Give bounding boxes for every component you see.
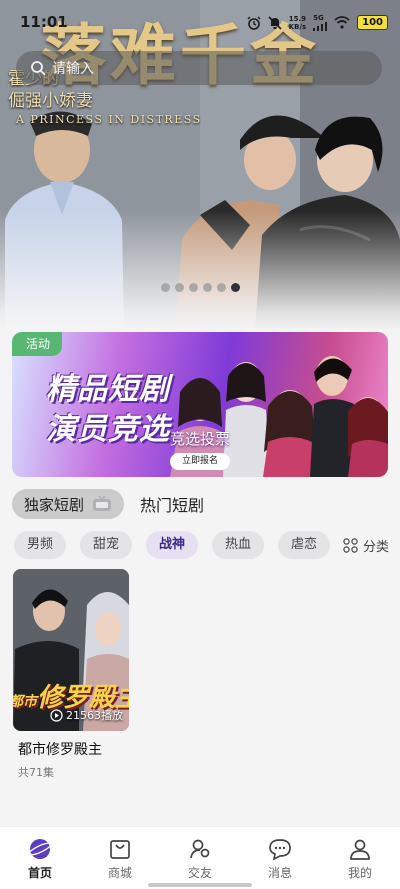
home-indicator xyxy=(148,883,252,887)
nav-home[interactable]: 首页 xyxy=(0,827,80,889)
drama-episodes: 共71集 xyxy=(18,766,54,779)
status-bar: 11:01 15.9 KB/s 5G 100 xyxy=(0,0,400,46)
banner-headline-1: 精品短剧 xyxy=(46,372,170,407)
network-speed-unit: KB/s xyxy=(288,22,307,31)
battery-indicator: 100 xyxy=(357,15,388,30)
hero-subtitle-line2: 倔强小娇妻 xyxy=(8,91,93,111)
carousel-indicator xyxy=(161,283,240,292)
signup-button[interactable]: 立即报名 xyxy=(170,453,230,470)
banner-headline-2: 演员竞选 xyxy=(46,412,170,447)
nav-home-label: 首页 xyxy=(27,866,52,880)
category-chip[interactable]: 甜宠 xyxy=(80,531,132,559)
category-chip[interactable]: 男频 xyxy=(14,531,66,559)
cellular-signal: 5G xyxy=(313,14,328,31)
drama-cover-side-text: 都市 xyxy=(13,694,37,710)
alarm-icon xyxy=(247,16,261,30)
hero-english-title: A PRINCESS IN DISTRESS xyxy=(16,113,202,126)
play-count: 21563播放 xyxy=(50,707,123,723)
search-placeholder: 请输入 xyxy=(52,61,94,77)
shopping-bag-icon xyxy=(110,840,130,859)
drama-title[interactable]: 都市修罗殿主 xyxy=(13,739,129,759)
carousel-dot[interactable] xyxy=(203,283,212,292)
status-icons: 15.9 KB/s 5G 100 xyxy=(247,14,388,31)
wifi-icon xyxy=(334,16,350,29)
nav-messages[interactable]: 消息 xyxy=(240,827,320,889)
nav-messages-label: 消息 xyxy=(267,866,292,880)
signal-bars-icon xyxy=(313,22,328,31)
nav-profile-label: 我的 xyxy=(347,866,372,880)
tab-exclusive[interactable]: 独家短剧 xyxy=(12,489,125,519)
category-menu-button[interactable]: 分类 xyxy=(335,528,400,562)
network-speed-value: 15.9 xyxy=(288,14,307,23)
category-chip[interactable]: 热血 xyxy=(212,531,264,559)
tv-icon xyxy=(93,496,112,511)
home-planet-icon xyxy=(28,839,52,859)
nav-profile[interactable]: 我的 xyxy=(320,827,400,889)
drama-card[interactable]: 都市修罗殿主 21563播放 都市修罗殿主 共71集 xyxy=(13,569,129,780)
carousel-dot-active[interactable] xyxy=(231,283,240,292)
play-icon xyxy=(50,708,63,722)
category-chip[interactable]: 虐恋 xyxy=(278,531,330,559)
carousel-dot[interactable] xyxy=(217,283,226,292)
friends-icon xyxy=(190,839,210,859)
nav-shop-label: 商城 xyxy=(107,866,132,880)
category-menu-label: 分类 xyxy=(363,539,390,555)
carousel-dot[interactable] xyxy=(161,283,170,292)
nav-friends[interactable]: 交友 xyxy=(160,827,240,889)
signal-type: 5G xyxy=(313,14,324,22)
banner-tag: 活动 xyxy=(12,332,63,356)
hero-carousel[interactable]: 落难千金 霍少的 倔强小娇妻 A PRINCESS IN DISTRESS xyxy=(0,0,400,330)
carousel-dot[interactable] xyxy=(175,283,184,292)
carousel-dot[interactable] xyxy=(189,283,198,292)
search-icon xyxy=(31,61,46,76)
bottom-navigation: 首页 商城 交友 消息 我的 xyxy=(0,826,400,889)
nav-friends-label: 交友 xyxy=(187,866,212,880)
person-icon xyxy=(350,839,370,860)
tab-exclusive-label: 独家短剧 xyxy=(24,495,85,514)
chat-bubble-icon xyxy=(269,839,291,861)
mute-bell-icon xyxy=(268,15,282,30)
drama-cover[interactable]: 都市修罗殿主 21563播放 xyxy=(13,569,129,731)
nav-shop[interactable]: 商城 xyxy=(80,827,160,889)
status-time: 11:01 xyxy=(20,13,68,31)
promo-banner[interactable]: 活动 精品短剧 演员竞选 竞选投票 立即报名 xyxy=(12,332,388,477)
category-chip-active[interactable]: 战神 xyxy=(146,531,198,559)
grid-icon xyxy=(343,537,358,553)
banner-vote-text: 竞选投票 xyxy=(170,430,231,448)
tab-hot[interactable]: 热门短剧 xyxy=(140,492,204,516)
hero-fade xyxy=(0,210,400,330)
network-speed: 15.9 KB/s xyxy=(289,15,306,31)
play-count-text: 21563播放 xyxy=(66,709,123,722)
content-tabs: 独家短剧 热门短剧 xyxy=(12,489,204,519)
search-bar[interactable]: 请输入 xyxy=(16,51,382,85)
